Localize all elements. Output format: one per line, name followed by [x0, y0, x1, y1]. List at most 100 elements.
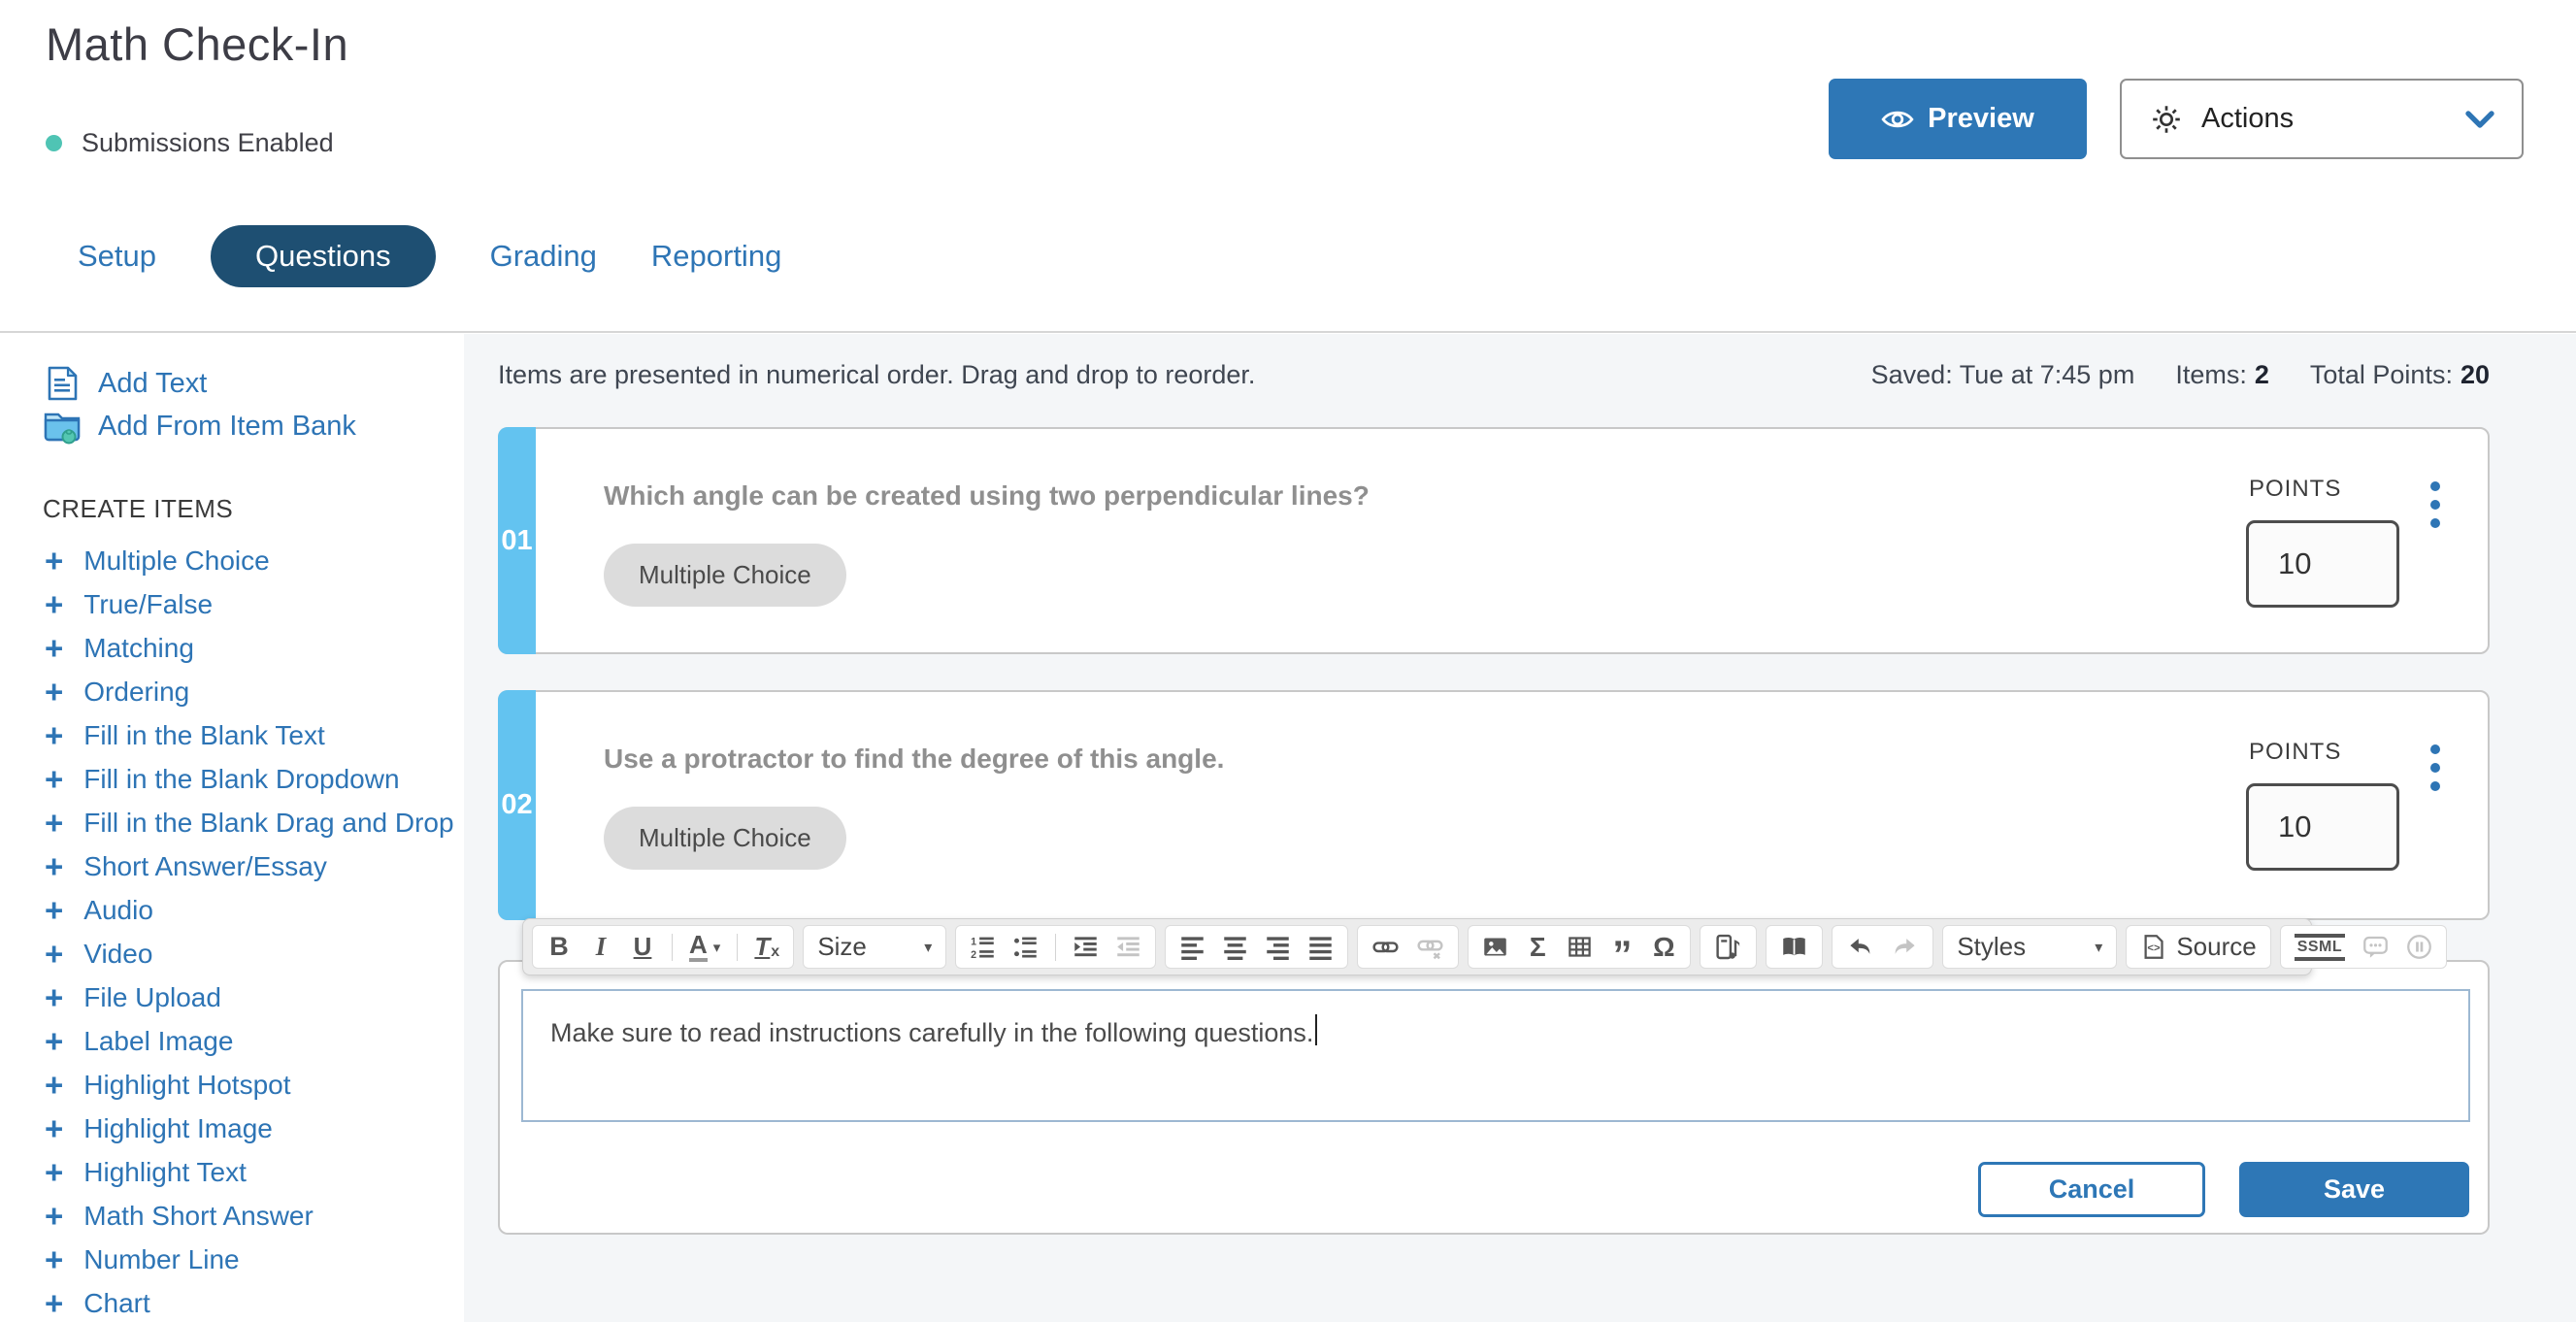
- toolbar-group-ssml: SSML: [2280, 925, 2447, 969]
- bold-icon[interactable]: B: [546, 930, 572, 965]
- plus-icon: +: [45, 588, 63, 620]
- points-input[interactable]: [2246, 783, 2399, 871]
- underline-icon[interactable]: U: [630, 930, 655, 965]
- tab-questions[interactable]: Questions: [211, 225, 436, 287]
- sidebar-item-chart[interactable]: +Chart: [0, 1281, 464, 1322]
- plus-icon: +: [45, 1200, 63, 1232]
- special-character-icon[interactable]: Ω: [1651, 930, 1676, 965]
- source-code-icon: <>: [2140, 934, 2166, 960]
- tab-setup[interactable]: Setup: [78, 225, 156, 287]
- book-icon[interactable]: [1780, 930, 1808, 965]
- tab-grading[interactable]: Grading: [490, 225, 597, 287]
- sidebar-item-highlight-hotspot[interactable]: +Highlight Hotspot: [0, 1063, 464, 1107]
- insert-image-icon[interactable]: [1482, 930, 1508, 965]
- actions-button[interactable]: Actions: [2120, 79, 2524, 159]
- sidebar-item-math-short-answer[interactable]: +Math Short Answer: [0, 1194, 464, 1238]
- font-size-dropdown[interactable]: Size▾: [817, 932, 932, 962]
- toolbar-group-insert: Σ ” Ω: [1468, 925, 1691, 969]
- sidebar-item-highlight-image[interactable]: +Highlight Image: [0, 1107, 464, 1150]
- save-button[interactable]: Save: [2239, 1162, 2469, 1217]
- math-formula-icon[interactable]: Σ: [1525, 930, 1550, 965]
- source-button[interactable]: <> Source: [2140, 932, 2256, 962]
- undo-icon[interactable]: [1846, 930, 1874, 965]
- text-color-icon[interactable]: A▾: [689, 930, 720, 965]
- question-menu-kebab-icon[interactable]: [2427, 478, 2444, 532]
- plus-icon: +: [45, 1112, 63, 1144]
- plus-icon: +: [45, 719, 63, 751]
- bullet-list-icon[interactable]: [1012, 930, 1039, 965]
- gear-icon: [2149, 102, 2184, 137]
- plus-icon: +: [45, 676, 63, 708]
- text-cursor: [1315, 1014, 1317, 1045]
- ordered-list-icon[interactable]: 12: [970, 930, 996, 965]
- question-number-drag-handle[interactable]: 02: [498, 690, 536, 920]
- outdent-icon[interactable]: [1115, 930, 1141, 965]
- sidebar-item-video[interactable]: +Video: [0, 932, 464, 975]
- sidebar-item-fill-blank-text[interactable]: +Fill in the Blank Text: [0, 713, 464, 757]
- insert-table-icon[interactable]: [1567, 930, 1593, 965]
- assessment-editor-page: Math Check-In Submissions Enabled Previe…: [0, 0, 2576, 1322]
- speech-comment-icon[interactable]: [2361, 930, 2390, 965]
- plus-icon: +: [45, 807, 63, 839]
- toolbar-group-links: [1357, 925, 1459, 969]
- item-bank-folder-icon: [43, 407, 82, 446]
- sidebar-item-fill-blank-drag-drop[interactable]: +Fill in the Blank Drag and Drop: [0, 801, 464, 844]
- plus-icon: +: [45, 938, 63, 970]
- question-number-drag-handle[interactable]: 01: [498, 427, 536, 654]
- page-title: Math Check-In: [46, 17, 348, 71]
- sidebar-item-matching[interactable]: +Matching: [0, 626, 464, 670]
- question-type-badge: Multiple Choice: [604, 544, 846, 607]
- actions-label: Actions: [2201, 103, 2294, 135]
- rich-text-toolbar: B I U A▾ Tx Size▾ 12: [522, 918, 2312, 975]
- plus-icon: +: [45, 1069, 63, 1101]
- rich-text-editor-area[interactable]: Make sure to read instructions carefully…: [521, 989, 2470, 1122]
- sidebar-item-file-upload[interactable]: +File Upload: [0, 975, 464, 1019]
- ssml-icon[interactable]: SSML: [2295, 930, 2345, 965]
- question-card-2: 02 Use a protractor to find the degree o…: [498, 690, 2490, 920]
- italic-icon[interactable]: I: [588, 930, 613, 965]
- sidebar-item-audio[interactable]: +Audio: [0, 888, 464, 932]
- preview-button[interactable]: Preview: [1829, 79, 2087, 159]
- items-count: Items:2: [2175, 360, 2269, 390]
- sidebar-item-ordering[interactable]: +Ordering: [0, 670, 464, 713]
- plus-icon: +: [45, 1025, 63, 1057]
- points-label: POINTS: [2249, 739, 2341, 766]
- indent-icon[interactable]: [1073, 930, 1099, 965]
- sidebar-item-number-line[interactable]: +Number Line: [0, 1238, 464, 1281]
- plus-icon: +: [45, 1287, 63, 1319]
- blockquote-icon[interactable]: ”: [1609, 938, 1635, 973]
- styles-dropdown[interactable]: Styles▾: [1957, 932, 2102, 962]
- align-justify-icon[interactable]: [1307, 930, 1334, 965]
- create-items-list: +Multiple Choice +True/False +Matching +…: [0, 539, 464, 1322]
- toolbar-group-history: [1832, 925, 1933, 969]
- tab-reporting[interactable]: Reporting: [651, 225, 781, 287]
- align-right-icon[interactable]: [1265, 930, 1291, 965]
- add-from-item-bank-link[interactable]: Add From Item Bank: [0, 405, 464, 447]
- link-icon[interactable]: [1371, 930, 1400, 965]
- sidebar-item-true-false[interactable]: +True/False: [0, 582, 464, 626]
- sidebar-item-fill-blank-dropdown[interactable]: +Fill in the Blank Dropdown: [0, 757, 464, 801]
- plus-icon: +: [45, 1156, 63, 1188]
- remove-format-icon[interactable]: Tx: [754, 930, 779, 965]
- question-text: Which angle can be created using two per…: [604, 480, 1370, 512]
- redo-icon[interactable]: [1891, 930, 1919, 965]
- points-label: POINTS: [2249, 476, 2341, 503]
- sidebar-item-highlight-text[interactable]: +Highlight Text: [0, 1150, 464, 1194]
- create-items-sidebar: Add Text Add From Item Bank CREATE ITEMS…: [0, 335, 464, 1322]
- add-text-link[interactable]: Add Text: [0, 362, 464, 405]
- align-center-icon[interactable]: [1222, 930, 1248, 965]
- question-menu-kebab-icon[interactable]: [2427, 741, 2444, 795]
- sidebar-item-multiple-choice[interactable]: +Multiple Choice: [0, 539, 464, 582]
- cancel-button[interactable]: Cancel: [1978, 1162, 2205, 1217]
- items-info-bar: Items are presented in numerical order. …: [498, 351, 2490, 398]
- insert-media-icon[interactable]: [1714, 930, 1742, 965]
- sidebar-item-short-answer-essay[interactable]: +Short Answer/Essay: [0, 844, 464, 888]
- points-input[interactable]: [2246, 520, 2399, 608]
- align-left-icon[interactable]: [1179, 930, 1205, 965]
- toolbar-group-lists: 12: [955, 925, 1156, 969]
- unlink-icon[interactable]: [1416, 930, 1444, 965]
- sidebar-item-label-image[interactable]: +Label Image: [0, 1019, 464, 1063]
- tab-bar: Setup Questions Grading Reporting: [78, 225, 781, 287]
- plus-icon: +: [45, 545, 63, 577]
- pause-icon[interactable]: [2406, 930, 2432, 965]
